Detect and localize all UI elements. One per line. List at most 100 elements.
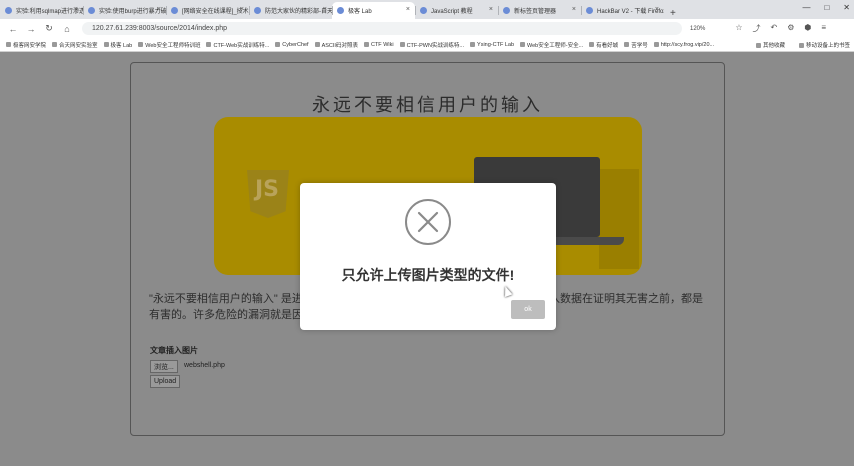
bookmark-label: 极客网安学院 bbox=[13, 42, 47, 49]
bookmark-folder[interactable]: 其他收藏 bbox=[755, 41, 785, 49]
bookmark-icon bbox=[399, 42, 405, 47]
bookmark-item[interactable]: 极客网安学院 bbox=[6, 41, 46, 49]
tab-label: 新标签页管理器 bbox=[514, 9, 557, 15]
star-icon[interactable]: ☆ bbox=[735, 23, 742, 34]
alert-dialog: 只允许上传图片类型的文件! ok bbox=[300, 183, 556, 330]
bookmark-label: Web安全工程师-安全... bbox=[527, 42, 584, 49]
close-tab-icon[interactable]: × bbox=[240, 6, 244, 13]
bookmark-item[interactable]: Web安全工程师-安全... bbox=[520, 41, 583, 49]
bookmark-item[interactable]: CTF-Web实战训练特... bbox=[206, 41, 269, 49]
upload-label: 文章插入图片 bbox=[150, 346, 198, 355]
paragraph-line1-left: "永远不要相信用户的输入" 是进 bbox=[149, 293, 303, 305]
bookmark-icon bbox=[624, 42, 630, 47]
error-x-icon bbox=[404, 198, 452, 251]
tab-bar: 实验:利用sqlmap进行渗透测× 实验:使用burp进行暴力破解× [网络安全… bbox=[0, 0, 854, 19]
zoom-level[interactable]: 120% bbox=[690, 26, 705, 32]
bookmark-icon bbox=[6, 42, 11, 47]
minimize-icon[interactable]: — bbox=[802, 3, 810, 12]
bookmark-label: Web安全工程师特训班 bbox=[145, 42, 201, 49]
shield-icon[interactable]: ⬢ bbox=[804, 23, 811, 34]
bookmark-item[interactable]: 苦学号 bbox=[624, 41, 648, 49]
bookmark-label: Ysing-CTF Lab bbox=[477, 41, 515, 48]
close-tab-icon[interactable]: × bbox=[489, 6, 493, 13]
tab-label: [网络安全在线课程]_技术 bbox=[182, 9, 249, 15]
tab-favicon-icon bbox=[420, 7, 427, 14]
js-logo-text: JS bbox=[255, 177, 280, 202]
close-tab-icon[interactable]: × bbox=[74, 6, 78, 13]
folder-icon bbox=[755, 42, 761, 48]
menu-icon[interactable]: ≡ bbox=[821, 23, 826, 34]
paragraph-line1-right: 入数据在证明其无害之前，都是 bbox=[549, 293, 703, 305]
bookmark-item[interactable]: Web安全工程师特训班 bbox=[138, 41, 200, 49]
close-window-icon[interactable]: ✕ bbox=[843, 3, 850, 12]
bookmark-label: 有看好城 bbox=[596, 42, 619, 49]
selected-file-name: webshell.php bbox=[184, 362, 225, 369]
address-bar: ← → ↻ ⌂ 120.27.61.239:8003/source/2014/i… bbox=[0, 19, 854, 38]
url-text: 120.27.61.239:8003/source/2014/index.php bbox=[92, 25, 228, 32]
bookmark-item[interactable]: http://scy.frog.vip/20... bbox=[653, 41, 715, 48]
tab-favicon-icon bbox=[5, 7, 12, 14]
close-tab-icon[interactable]: × bbox=[157, 6, 161, 13]
close-tab-icon[interactable]: × bbox=[323, 6, 327, 13]
bookmark-icon bbox=[103, 42, 109, 47]
browser-tab[interactable]: 新标签页管理器 × bbox=[498, 2, 581, 19]
browser-tab[interactable]: [网络安全在线课程]_技术 × bbox=[166, 2, 249, 19]
bookmark-label: 移动设备上的书签 bbox=[805, 43, 850, 49]
alert-message: 只允许上传图片类型的文件! bbox=[341, 267, 515, 283]
bookmark-label: CTF Wiki bbox=[370, 41, 394, 48]
bookmark-label: CTF-Web实战训练特... bbox=[213, 42, 270, 49]
new-tab-button[interactable]: + bbox=[664, 8, 682, 19]
tab-label: 极客 Lab bbox=[348, 9, 372, 15]
window-controls: — □ ✕ bbox=[802, 3, 850, 12]
bookmark-label: 苦学号 bbox=[631, 42, 648, 49]
bookmark-item[interactable]: 合天网安实验室 bbox=[52, 41, 98, 49]
browser-tab[interactable]: HackBar V2 - 下载 Firefox × bbox=[581, 2, 664, 19]
bookmark-label: 合天网安实验室 bbox=[59, 42, 98, 49]
browser-tab-active[interactable]: 极客 Lab × bbox=[332, 2, 415, 19]
tab-favicon-icon bbox=[337, 7, 344, 14]
bookmark-item[interactable]: CTF-PWN实战训练特... bbox=[399, 41, 465, 49]
forward-icon[interactable]: → bbox=[26, 24, 36, 34]
browser-tab[interactable]: 实验:利用sqlmap进行渗透测× bbox=[0, 2, 83, 19]
extensions-icon[interactable]: ⚙ bbox=[787, 23, 794, 34]
bookmark-item[interactable]: Ysing-CTF Lab bbox=[470, 42, 514, 48]
close-tab-icon[interactable]: × bbox=[572, 6, 576, 13]
bookmark-icon bbox=[275, 42, 281, 47]
bookmark-label: CyberChef bbox=[282, 41, 309, 48]
close-tab-icon[interactable]: × bbox=[655, 6, 659, 13]
bookmark-label: ASCII码对照表 bbox=[321, 42, 358, 49]
bookmark-label: CTF-PWN实战训练特... bbox=[406, 42, 465, 49]
close-tab-icon[interactable]: × bbox=[406, 6, 410, 13]
url-input[interactable]: 120.27.61.239:8003/source/2014/index.php bbox=[82, 22, 682, 35]
paragraph-line2: 有害的。许多危险的漏洞就是因 bbox=[149, 309, 303, 321]
bookmark-icon bbox=[470, 42, 476, 47]
upload-button[interactable]: Upload bbox=[150, 375, 181, 388]
home-icon[interactable]: ⌂ bbox=[62, 24, 72, 34]
bookmark-item[interactable]: ASCII码对照表 bbox=[314, 41, 358, 49]
bookmark-item[interactable]: 极客 Lab bbox=[103, 41, 133, 49]
bookmark-item[interactable]: CTF Wiki bbox=[363, 41, 394, 48]
browser-tab[interactable]: JavaScript 教程 × bbox=[415, 2, 498, 19]
history-back-icon[interactable]: ↶ bbox=[771, 23, 778, 34]
ok-button[interactable]: ok bbox=[511, 300, 545, 319]
back-icon[interactable]: ← bbox=[8, 24, 18, 34]
browse-button[interactable]: 浏览... bbox=[150, 360, 178, 373]
bookmark-label: 极客 Lab bbox=[110, 42, 133, 49]
bookmarks-bar: 极客网安学院 合天网安实验室 极客 Lab Web安全工程师特训班 CTF-We… bbox=[0, 38, 854, 52]
bookmark-item[interactable]: CyberChef bbox=[275, 41, 309, 48]
bookmarks-right: 其他收藏 移动设备上的书签 bbox=[750, 41, 850, 49]
share-icon[interactable]: ⤴ bbox=[753, 23, 761, 34]
tab-favicon-icon bbox=[254, 7, 261, 14]
bookmark-label: http://scy.frog.vip/20... bbox=[660, 41, 715, 48]
bookmark-folder[interactable]: 移动设备上的书签 bbox=[798, 41, 850, 49]
reload-icon[interactable]: ↻ bbox=[44, 23, 54, 34]
bookmark-icon bbox=[138, 42, 144, 47]
bookmark-item[interactable]: 有看好城 bbox=[589, 41, 618, 49]
tab-favicon-icon bbox=[88, 7, 95, 14]
maximize-icon[interactable]: □ bbox=[824, 3, 829, 12]
tab-label: JavaScript 教程 bbox=[431, 9, 473, 15]
tab-favicon-icon bbox=[171, 7, 178, 14]
bookmark-icon bbox=[206, 42, 212, 47]
browser-tab[interactable]: 防范大家伙的精彩部-自天网 × bbox=[249, 2, 332, 19]
browser-tab[interactable]: 实验:使用burp进行暴力破解 × bbox=[83, 2, 166, 19]
